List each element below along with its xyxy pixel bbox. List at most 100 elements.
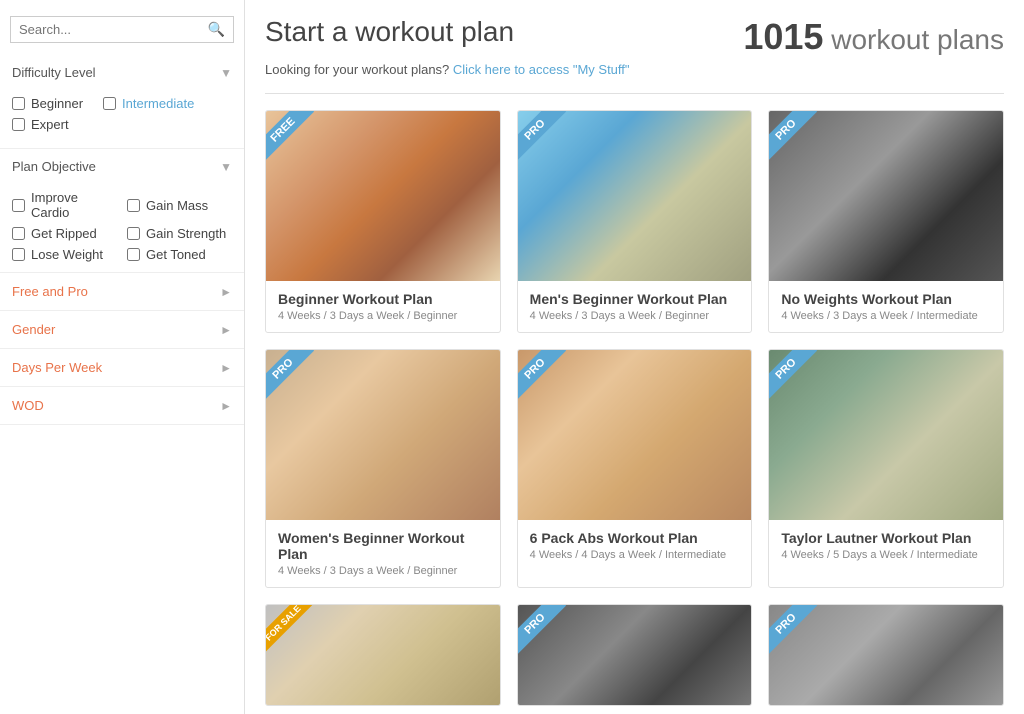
gender-label: Gender [12, 322, 55, 337]
card-image: PRO [266, 350, 500, 520]
gain-strength-checkbox[interactable]: Gain Strength [127, 226, 232, 241]
chevron-right-icon: ► [220, 399, 232, 413]
difficulty-filter-label: Difficulty Level [12, 65, 96, 80]
card-image: PRO [518, 605, 752, 705]
main-header: Start a workout plan 1015 workout plans [265, 16, 1004, 58]
plan-count-number: 1015 [743, 16, 823, 57]
sub-header-text: Looking for your workout plans? [265, 62, 449, 77]
sidebar: 🔍 Difficulty Level ▼ Beginner Intermedia… [0, 0, 245, 714]
card-image: FREE [266, 111, 500, 281]
badge-label: FREE [266, 111, 314, 161]
badge-label: PRO [769, 605, 817, 655]
badge-label: PRO [769, 350, 817, 400]
chevron-right-icon: ► [220, 323, 232, 337]
card-badge: PRO [266, 350, 324, 408]
workout-card[interactable]: FOR SALE [265, 604, 501, 706]
card-badge: PRO [518, 350, 576, 408]
workout-card[interactable]: PRO 6 Pack Abs Workout Plan 4 Weeks / 4 … [517, 349, 753, 588]
workout-card[interactable]: PRO Taylor Lautner Workout Plan 4 Weeks … [768, 349, 1004, 588]
main-content: Start a workout plan 1015 workout plans … [245, 0, 1024, 714]
chevron-right-icon: ► [220, 285, 232, 299]
plan-objective-grid: Improve Cardio Gain Mass Get Ripped Gain… [12, 190, 232, 262]
badge-label: PRO [518, 350, 566, 400]
card-meta: 4 Weeks / 5 Days a Week / Intermediate [781, 549, 991, 561]
chevron-down-icon: ▼ [220, 66, 232, 80]
plan-objective-filter-header[interactable]: Plan Objective ▼ [0, 149, 244, 184]
card-info: Beginner Workout Plan 4 Weeks / 3 Days a… [266, 281, 500, 332]
card-info: 6 Pack Abs Workout Plan 4 Weeks / 4 Days… [518, 520, 752, 571]
card-info: No Weights Workout Plan 4 Weeks / 3 Days… [769, 281, 1003, 332]
card-meta: 4 Weeks / 3 Days a Week / Intermediate [781, 310, 991, 322]
wod-filter[interactable]: WOD ► [0, 387, 244, 425]
card-title: Beginner Workout Plan [278, 291, 488, 307]
plan-objective-options: Improve Cardio Gain Mass Get Ripped Gain… [0, 184, 244, 272]
card-title: Men's Beginner Workout Plan [530, 291, 740, 307]
get-toned-checkbox[interactable]: Get Toned [127, 247, 232, 262]
card-badge: FREE [266, 111, 324, 169]
badge-label: FOR SALE [266, 605, 313, 653]
improve-cardio-checkbox[interactable]: Improve Cardio [12, 190, 117, 220]
card-image: PRO [769, 350, 1003, 520]
free-and-pro-label: Free and Pro [12, 284, 88, 299]
difficulty-row-2: Expert [12, 117, 232, 132]
card-meta: 4 Weeks / 3 Days a Week / Beginner [278, 310, 488, 322]
card-info: Men's Beginner Workout Plan 4 Weeks / 3 … [518, 281, 752, 332]
difficulty-filter-section: Difficulty Level ▼ Beginner Intermediate… [0, 55, 244, 149]
get-ripped-checkbox[interactable]: Get Ripped [12, 226, 117, 241]
card-meta: 4 Weeks / 3 Days a Week / Beginner [278, 565, 488, 577]
card-badge: PRO [769, 605, 827, 663]
card-image: PRO [769, 605, 1003, 705]
page-title: Start a workout plan [265, 16, 514, 48]
card-title: 6 Pack Abs Workout Plan [530, 530, 740, 546]
card-badge: PRO [769, 350, 827, 408]
gender-filter[interactable]: Gender ► [0, 311, 244, 349]
chevron-right-icon: ► [220, 361, 232, 375]
card-image: PRO [769, 111, 1003, 281]
card-image: PRO [518, 111, 752, 281]
chevron-down-icon: ▼ [220, 160, 232, 174]
lose-weight-checkbox[interactable]: Lose Weight [12, 247, 117, 262]
workout-card[interactable]: PRO [517, 604, 753, 706]
beginner-checkbox[interactable]: Beginner [12, 96, 83, 111]
workout-card[interactable]: PRO No Weights Workout Plan 4 Weeks / 3 … [768, 110, 1004, 333]
card-badge: PRO [518, 111, 576, 169]
card-image: FOR SALE [266, 605, 500, 705]
card-badge: FOR SALE [266, 605, 324, 663]
badge-label: PRO [518, 605, 566, 655]
workout-card[interactable]: PRO [768, 604, 1004, 706]
workout-card[interactable]: PRO Women's Beginner Workout Plan 4 Week… [265, 349, 501, 588]
badge-label: PRO [266, 350, 314, 400]
card-title: Women's Beginner Workout Plan [278, 530, 488, 562]
badge-label: PRO [769, 111, 817, 161]
search-icon: 🔍 [208, 21, 225, 38]
my-stuff-link[interactable]: Click here to access "My Stuff" [453, 62, 630, 77]
badge-label: PRO [518, 111, 566, 161]
workout-card[interactable]: FREE Beginner Workout Plan 4 Weeks / 3 D… [265, 110, 501, 333]
plan-count-label: workout plans [831, 24, 1004, 55]
plan-objective-filter-section: Plan Objective ▼ Improve Cardio Gain Mas… [0, 149, 244, 273]
card-info: Women's Beginner Workout Plan 4 Weeks / … [266, 520, 500, 587]
gain-mass-checkbox[interactable]: Gain Mass [127, 190, 232, 220]
card-badge: PRO [769, 111, 827, 169]
card-badge: PRO [518, 605, 576, 663]
card-meta: 4 Weeks / 3 Days a Week / Beginner [530, 310, 740, 322]
days-per-week-label: Days Per Week [12, 360, 102, 375]
card-title: Taylor Lautner Workout Plan [781, 530, 991, 546]
search-input[interactable] [19, 22, 208, 37]
expert-checkbox[interactable]: Expert [12, 117, 69, 132]
difficulty-options: Beginner Intermediate Expert [0, 90, 244, 148]
card-meta: 4 Weeks / 4 Days a Week / Intermediate [530, 549, 740, 561]
cards-grid: FREE Beginner Workout Plan 4 Weeks / 3 D… [265, 110, 1004, 706]
days-per-week-filter[interactable]: Days Per Week ► [0, 349, 244, 387]
plan-objective-filter-label: Plan Objective [12, 159, 96, 174]
workout-card[interactable]: PRO Men's Beginner Workout Plan 4 Weeks … [517, 110, 753, 333]
sub-header: Looking for your workout plans? Click he… [265, 62, 1004, 77]
divider [265, 93, 1004, 94]
plan-count: 1015 workout plans [743, 16, 1004, 58]
card-title: No Weights Workout Plan [781, 291, 991, 307]
free-and-pro-filter[interactable]: Free and Pro ► [0, 273, 244, 311]
search-box[interactable]: 🔍 [10, 16, 234, 43]
intermediate-checkbox[interactable]: Intermediate [103, 96, 194, 111]
difficulty-filter-header[interactable]: Difficulty Level ▼ [0, 55, 244, 90]
card-info: Taylor Lautner Workout Plan 4 Weeks / 5 … [769, 520, 1003, 571]
